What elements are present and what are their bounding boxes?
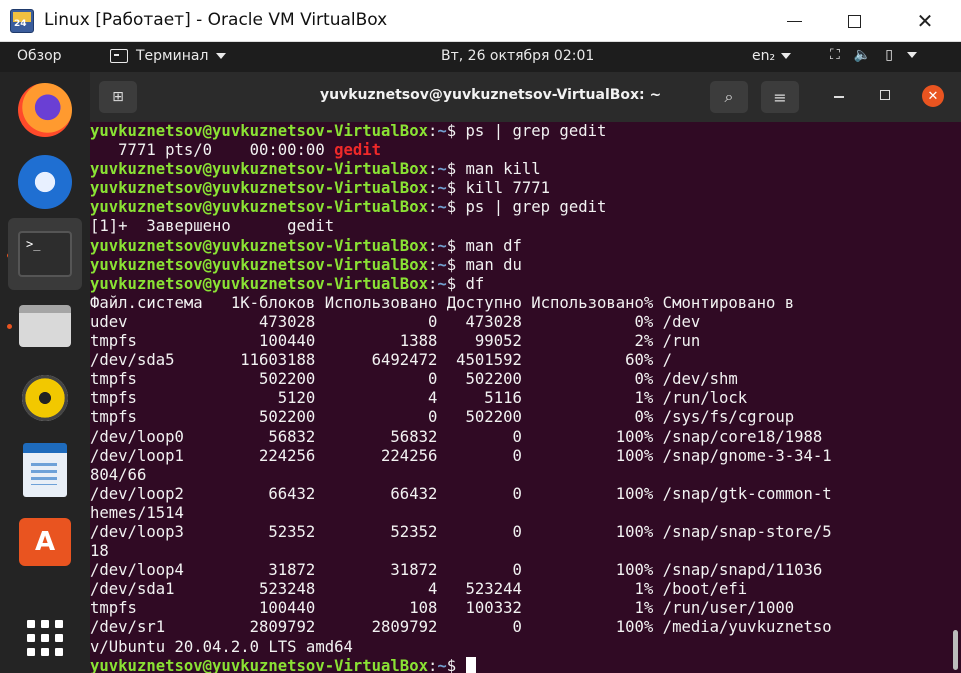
prompt-line: yuvkuznetsov@yuvkuznetsov-VirtualBox:~$ … [90,274,485,293]
df-row: /dev/loop1 224256 224256 0 100% /snap/gn… [90,446,832,465]
clock[interactable]: Вт, 26 октября 02:01 [441,48,594,64]
app-menu[interactable]: Терминал [110,48,227,64]
df-row: /dev/sda5 11603188 6492472 4501592 60% / [90,351,673,370]
libreoffice-writer-icon [23,443,67,497]
df-row: tmpfs 100440 108 100332 1% /run/user/100… [90,599,795,618]
terminal-headerbar: ⊞ yuvkuznetsov@yuvkuznetsov-VirtualBox: … [90,72,961,122]
terminal-restore-button[interactable] [880,90,890,100]
keyboard-layout-menu[interactable]: en₂ [752,48,792,64]
network-icon: ⛶ [830,47,840,63]
df-row: /dev/loop2 66432 66432 0 100% /snap/gtk-… [90,484,832,503]
volume-icon: 🔈 [853,47,872,63]
minimize-icon [786,20,802,22]
close-button[interactable]: ✕ [905,6,945,36]
dock-writer[interactable] [8,434,82,506]
prompt-line: yuvkuznetsov@yuvkuznetsov-VirtualBox:~$ [90,656,832,673]
thunderbird-icon [18,155,72,209]
df-row: udev 473028 0 473028 0% /dev [90,312,701,331]
df-row: tmpfs 502200 0 502200 0% /sys/fs/cgroup [90,408,795,427]
terminal-close-button[interactable]: ✕ [922,85,944,107]
terminal-output[interactable]: yuvkuznetsov@yuvkuznetsov-VirtualBox:~$ … [90,122,961,673]
chevron-down-icon [216,53,227,59]
host-window-title: Linux [Работает] - Oracle VM VirtualBox [44,10,388,30]
search-button[interactable]: ⌕ [710,81,748,113]
scrollbar-thumb[interactable] [953,630,958,670]
host-titlebar: 24 Linux [Работает] - Oracle VM VirtualB… [0,0,961,42]
battery-icon: ▯ [885,47,893,63]
maximize-icon [847,14,861,28]
top-panel: Обзор Терминал Вт, 26 октября 02:01 en₂ … [0,42,961,72]
files-icon [19,305,71,347]
df-row: /dev/sr1 2809792 2809792 0 100% /media/y… [90,618,832,637]
command-text: ps | grep gedit [465,198,607,217]
command-text: man du [465,255,522,274]
command-text: ps | grep gedit [465,122,607,140]
prompt-line: yuvkuznetsov@yuvkuznetsov-VirtualBox:~$ … [90,198,607,217]
close-icon: ✕ [927,88,939,104]
new-tab-button[interactable]: ⊞ [99,81,137,113]
terminal-minimize-button[interactable] [834,96,844,98]
df-row-wrap: v/Ubuntu 20.04.2.0 LTS amd64 [90,637,353,656]
df-row-wrap: 18 [90,542,109,561]
df-row: /dev/sda1 523248 4 523244 1% /boot/efi [90,580,748,599]
ubuntu-software-icon: A [19,518,71,566]
hamburger-menu-icon: ≡ [773,87,787,107]
activities-button[interactable]: Обзор [17,48,62,64]
dock-terminal[interactable]: >_ [8,218,82,290]
command-text: df [465,274,485,293]
dock: >_ A [0,72,90,673]
output-line: 7771 pts/0 00:00:00 gedit [90,141,382,160]
prompt-line: yuvkuznetsov@yuvkuznetsov-VirtualBox:~$ … [90,255,522,274]
df-row: tmpfs 5120 4 5116 1% /run/lock [90,389,748,408]
command-text: man df [465,236,522,255]
prompt-line: yuvkuznetsov@yuvkuznetsov-VirtualBox:~$ … [90,160,541,179]
df-row: /dev/loop0 56832 56832 0 100% /snap/core… [90,427,823,446]
df-row-wrap: 804/66 [90,465,147,484]
chevron-down-icon [906,52,917,58]
maximize-button[interactable] [834,6,874,36]
df-row: tmpfs 502200 0 502200 0% /dev/shm [90,370,738,389]
minimize-button[interactable] [774,6,814,36]
output-line: [1]+ Завершено gedit [90,217,335,236]
show-applications-button[interactable] [8,602,82,673]
new-tab-icon: ⊞ [112,89,124,105]
virtualbox-vm-icon: 24 [10,9,34,33]
close-icon: ✕ [916,9,934,33]
terminal-icon: >_ [18,231,72,277]
prompt-line: yuvkuznetsov@yuvkuznetsov-VirtualBox:~$ … [90,122,607,140]
dock-firefox[interactable] [8,74,82,146]
prompt-line: yuvkuznetsov@yuvkuznetsov-VirtualBox:~$ … [90,179,551,198]
df-row-wrap: hemes/1514 [90,503,184,522]
text-cursor [465,656,476,673]
chevron-down-icon [781,53,792,59]
df-row: /dev/loop4 31872 31872 0 100% /snap/snap… [90,561,823,580]
command-text: man kill [465,160,541,179]
dock-ubuntu-software[interactable]: A [8,506,82,578]
dock-files[interactable] [8,290,82,362]
dock-thunderbird[interactable] [8,146,82,218]
firefox-icon [18,83,72,137]
hamburger-menu-button[interactable]: ≡ [761,81,799,113]
system-tray[interactable]: ⛶ 🔈 ▯ [830,47,917,63]
search-icon: ⌕ [724,87,734,106]
terminal-title: yuvkuznetsov@yuvkuznetsov-VirtualBox: ~ [320,87,662,103]
app-menu-label: Терминал [136,48,209,64]
command-text: kill 7771 [465,179,551,198]
df-row: tmpfs 100440 1388 99052 2% /run [90,332,701,351]
rhythmbox-icon [22,375,68,421]
dock-rhythmbox[interactable] [8,362,82,434]
df-header-line: Файл.система 1K-блоков Использовано Дост… [90,293,795,312]
grep-match: gedit [334,141,382,160]
terminal-small-icon [110,49,128,63]
keyboard-layout-label: en₂ [752,48,776,64]
df-row: /dev/loop3 52352 52352 0 100% /snap/snap… [90,522,832,541]
show-applications-icon [27,620,63,656]
prompt-line: yuvkuznetsov@yuvkuznetsov-VirtualBox:~$ … [90,236,522,255]
